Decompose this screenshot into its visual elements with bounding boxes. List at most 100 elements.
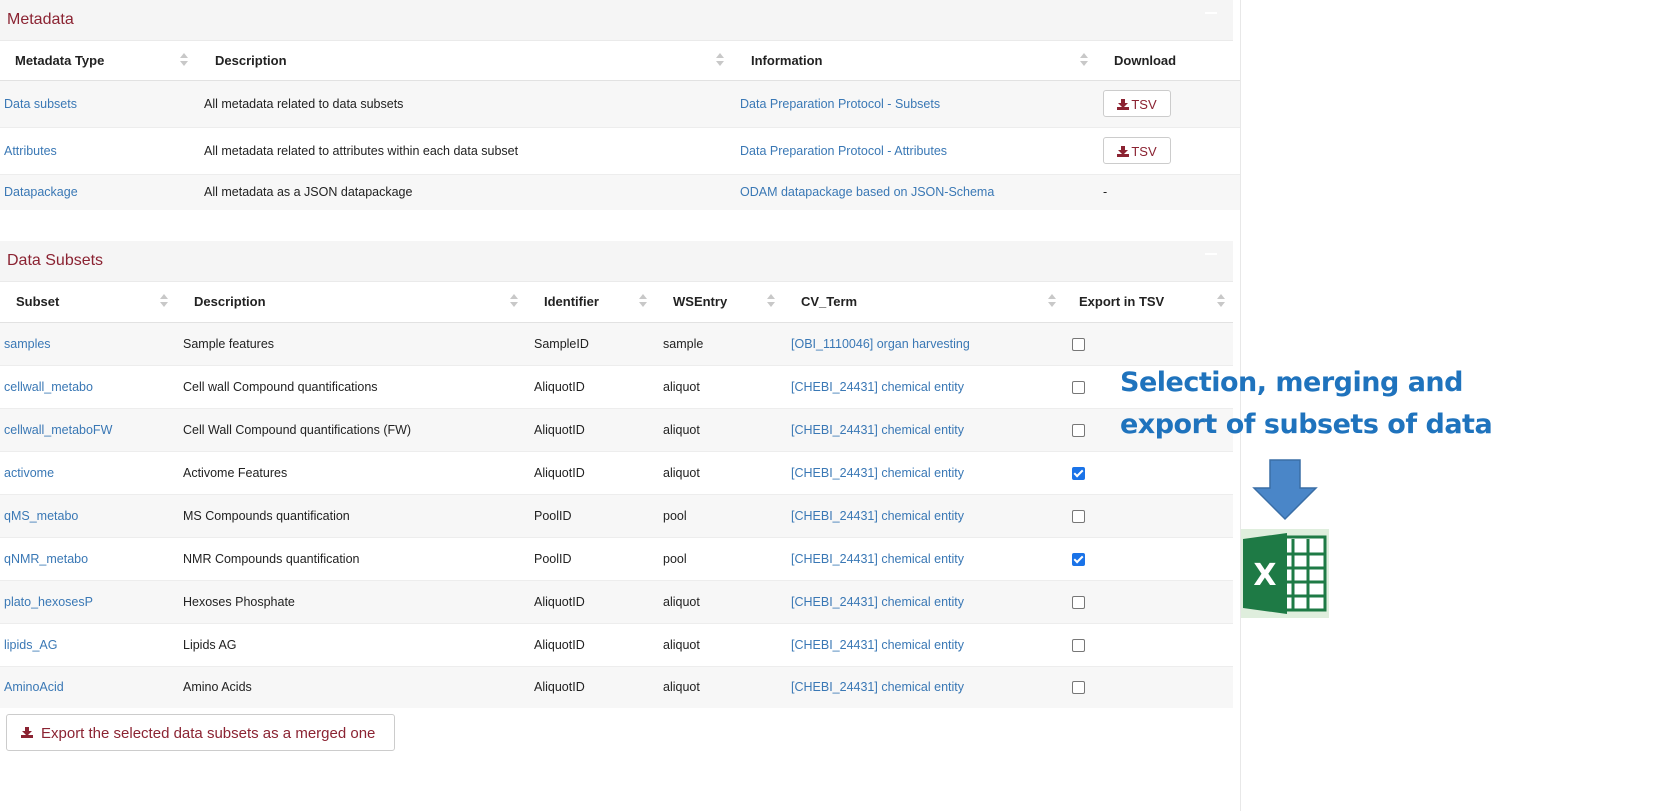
sort-icon[interactable]: [639, 293, 647, 309]
table-row: Attributes All metadata related to attri…: [0, 126, 1240, 174]
annotation-text: Selection, merging and export of subsets…: [1120, 367, 1493, 440]
row-identifier: AliquotID: [534, 637, 585, 652]
export-checkbox[interactable]: [1072, 552, 1085, 566]
subset-link[interactable]: cellwall_metabo: [4, 380, 93, 394]
cv-term-link[interactable]: [CHEBI_24431] chemical entity: [791, 680, 964, 694]
row-description: MS Compounds quantification: [183, 508, 350, 523]
down-arrow-icon: [1252, 459, 1318, 521]
cv-term-link[interactable]: [CHEBI_24431] chemical entity: [791, 595, 964, 609]
row-wsentry: aliquot: [663, 465, 700, 480]
row-description: All metadata related to attributes withi…: [204, 143, 519, 158]
metadata-type-link[interactable]: Attributes: [4, 144, 57, 158]
row-wsentry: sample: [663, 336, 704, 351]
table-row: AminoAcid Amino Acids AliquotID aliquot [CHE…: [0, 665, 1233, 708]
col-subset[interactable]: Subset: [0, 282, 179, 323]
col-export-tsv[interactable]: Export in TSV: [1067, 282, 1233, 323]
export-checkbox[interactable]: [1072, 466, 1085, 480]
table-row: samples Sample features SampleID sample [OBI…: [0, 321, 1233, 365]
row-description: Sample features: [183, 336, 275, 351]
row-description: All metadata related to data subsets: [204, 96, 404, 111]
sort-icon[interactable]: [767, 293, 775, 309]
sort-icon[interactable]: [1217, 293, 1225, 309]
sort-icon[interactable]: [180, 52, 188, 68]
export-checkbox[interactable]: [1072, 337, 1085, 351]
collapse-icon[interactable]: [1205, 253, 1217, 255]
metadata-panel-title: Metadata: [7, 11, 74, 28]
content-area: Metadata Metadata Type Description Infor…: [0, 0, 1241, 811]
row-identifier: PoolID: [534, 508, 572, 523]
cv-term-link[interactable]: [CHEBI_24431] chemical entity: [791, 466, 964, 480]
metadata-panel-header[interactable]: Metadata: [0, 0, 1233, 41]
information-link[interactable]: Data Preparation Protocol - Subsets: [740, 97, 940, 111]
table-row: qNMR_metabo NMR Compounds quantification P…: [0, 536, 1233, 580]
subset-link[interactable]: cellwall_metaboFW: [4, 423, 112, 437]
cv-term-link[interactable]: [CHEBI_24431] chemical entity: [791, 423, 964, 437]
subset-link[interactable]: qMS_metabo: [4, 509, 78, 523]
export-checkbox[interactable]: [1072, 509, 1085, 523]
cv-term-link[interactable]: [OBI_1110046] organ harvesting: [791, 337, 970, 351]
row-description: All metadata as a JSON datapackage: [204, 185, 413, 200]
subset-link[interactable]: plato_hexosesP: [4, 595, 93, 609]
row-identifier: AliquotID: [534, 680, 585, 695]
row-wsentry: pool: [663, 551, 687, 566]
sort-icon[interactable]: [1080, 52, 1088, 68]
row-description: Cell wall Compound quantifications: [183, 379, 378, 394]
cv-term-link[interactable]: [CHEBI_24431] chemical entity: [791, 638, 964, 652]
row-identifier: AliquotID: [534, 465, 585, 480]
metadata-type-link[interactable]: Datapackage: [4, 185, 78, 199]
cv-term-link[interactable]: [CHEBI_24431] chemical entity: [791, 552, 964, 566]
col-wsentry[interactable]: WSEntry: [658, 282, 786, 323]
cv-term-link[interactable]: [CHEBI_24431] chemical entity: [791, 380, 964, 394]
row-description: NMR Compounds quantification: [183, 551, 360, 566]
information-link[interactable]: Data Preparation Protocol - Attributes: [740, 144, 947, 158]
subset-link[interactable]: lipids_AG: [4, 638, 58, 652]
download-icon: [1117, 99, 1130, 110]
col-identifier[interactable]: Identifier: [529, 282, 658, 323]
information-link[interactable]: ODAM datapackage based on JSON-Schema: [740, 185, 994, 199]
col-cv-term[interactable]: CV_Term: [786, 282, 1067, 323]
download-icon: [21, 727, 33, 738]
subset-link[interactable]: qNMR_metabo: [4, 552, 88, 566]
row-identifier: AliquotID: [534, 379, 585, 394]
export-checkbox[interactable]: [1072, 423, 1085, 437]
tsv-download-button[interactable]: TSV: [1103, 90, 1171, 117]
metadata-type-link[interactable]: Data subsets: [4, 97, 77, 111]
col-download: Download: [1099, 41, 1240, 81]
subsets-panel-title: Data Subsets: [7, 252, 104, 269]
subsets-panel-header[interactable]: Data Subsets: [0, 241, 1233, 282]
tsv-download-button[interactable]: TSV: [1103, 137, 1171, 164]
col-description[interactable]: Description: [179, 282, 529, 323]
cv-term-link[interactable]: [CHEBI_24431] chemical entity: [791, 509, 964, 523]
row-identifier: AliquotID: [534, 422, 585, 437]
sort-icon[interactable]: [1048, 293, 1056, 309]
table-row: Datapackage All metadata as a JSON datap…: [0, 173, 1240, 210]
col-metadata-type[interactable]: Metadata Type: [0, 41, 200, 81]
col-description[interactable]: Description: [200, 41, 736, 81]
table-row: lipids_AG Lipids AG AliquotID aliquot [CHEBI…: [0, 622, 1233, 666]
row-wsentry: pool: [663, 508, 687, 523]
export-checkbox[interactable]: [1072, 380, 1085, 394]
row-identifier: SampleID: [534, 336, 589, 351]
subset-link[interactable]: AminoAcid: [4, 680, 64, 694]
row-identifier: PoolID: [534, 551, 572, 566]
table-row: cellwall_metabo Cell wall Compound quanti…: [0, 364, 1233, 408]
subset-link[interactable]: samples: [4, 337, 51, 351]
export-checkbox[interactable]: [1072, 681, 1085, 695]
export-merged-button[interactable]: Export the selected data subsets as a me…: [6, 714, 395, 751]
export-checkbox[interactable]: [1072, 595, 1085, 609]
sort-icon[interactable]: [510, 293, 518, 309]
table-row: activome Activome Features AliquotID aliquo…: [0, 450, 1233, 494]
col-information[interactable]: Information: [736, 41, 1099, 81]
subset-link[interactable]: activome: [4, 466, 54, 480]
row-wsentry: aliquot: [663, 594, 700, 609]
row-description: Cell Wall Compound quantifications (FW): [183, 422, 412, 437]
export-checkbox[interactable]: [1072, 638, 1085, 652]
sort-icon[interactable]: [716, 52, 724, 68]
table-row: cellwall_metaboFW Cell Wall Compound quan…: [0, 407, 1233, 451]
row-identifier: AliquotID: [534, 594, 585, 609]
collapse-icon[interactable]: [1205, 12, 1217, 14]
download-none: -: [1103, 185, 1108, 200]
excel-icon: X: [1241, 529, 1329, 618]
row-wsentry: aliquot: [663, 379, 700, 394]
sort-icon[interactable]: [160, 293, 168, 309]
